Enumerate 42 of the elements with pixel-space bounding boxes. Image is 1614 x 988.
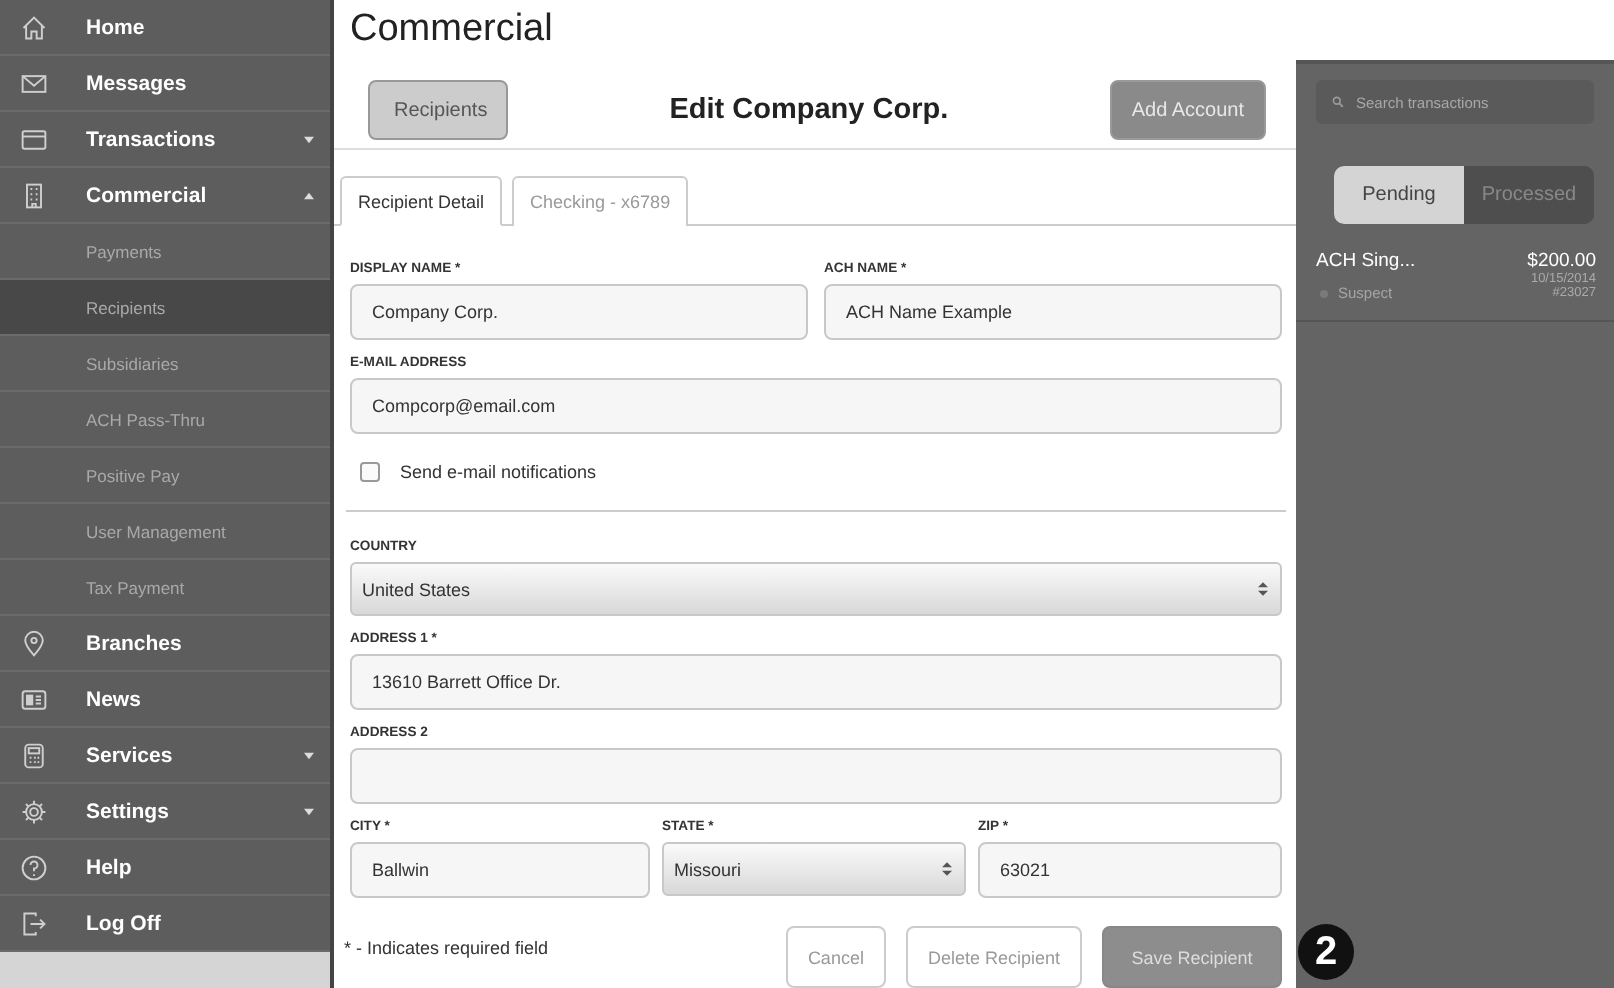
input-field[interactable]	[350, 748, 1282, 804]
input-field[interactable]: Ballwin	[350, 842, 650, 898]
up-down-arrows-icon	[942, 860, 952, 878]
input-field[interactable]: Compcorp@email.com	[350, 378, 1282, 434]
up-down-arrows-icon	[1258, 580, 1268, 598]
checkbox[interactable]	[360, 462, 380, 482]
card-icon	[20, 125, 48, 153]
settings-icon	[20, 797, 48, 825]
sidebar-item[interactable]: Help	[0, 840, 330, 896]
help-icon	[20, 853, 48, 881]
back-button[interactable]: Recipients	[368, 80, 508, 140]
segment-tab[interactable]: Pending	[1334, 166, 1464, 224]
sidebar-subitem[interactable]: Recipients	[0, 280, 330, 336]
sidebar-item[interactable]: News	[0, 672, 330, 728]
page-heading: Edit Company Corp.	[669, 94, 949, 126]
required-field-note: * - Indicates required field	[344, 936, 549, 962]
tab[interactable]: Recipient Detail	[340, 176, 503, 226]
input-field[interactable]: 63021	[978, 842, 1282, 898]
input-field[interactable]: 13610 Barrett Office Dr.	[350, 654, 1282, 710]
input-field[interactable]: ACH Name Example	[824, 284, 1282, 340]
select-field[interactable]: Missouri	[662, 842, 966, 896]
envelope-icon	[20, 69, 48, 97]
sidebar-item[interactable]: Transactions	[0, 112, 330, 168]
page-title: Commercial	[348, 6, 555, 54]
location-pin-icon	[20, 629, 48, 657]
sidebar-item[interactable]: Settings	[0, 784, 330, 840]
transaction-name: ACH Sing...	[1316, 250, 1416, 272]
sidebar-item[interactable]: Messages	[0, 56, 330, 112]
home-icon	[20, 13, 48, 41]
input-field[interactable]: Company Corp.	[350, 284, 808, 340]
checkbox-label: Send e-mail notifications	[400, 462, 597, 482]
select-field[interactable]: United States	[350, 562, 1282, 616]
sidebar-item[interactable]: Services	[0, 728, 330, 784]
transaction-amount: $200.00	[1527, 250, 1596, 272]
sidebar-item[interactable]: Branches	[0, 616, 330, 672]
search-icon	[1332, 96, 1344, 108]
log-off-icon	[20, 909, 48, 937]
building-icon	[20, 181, 48, 209]
calculator-icon	[20, 741, 48, 769]
sidebar-item[interactable]: Commercial	[0, 168, 330, 224]
newspaper-icon	[20, 685, 48, 713]
sidebar-item[interactable]: Home	[0, 0, 330, 56]
